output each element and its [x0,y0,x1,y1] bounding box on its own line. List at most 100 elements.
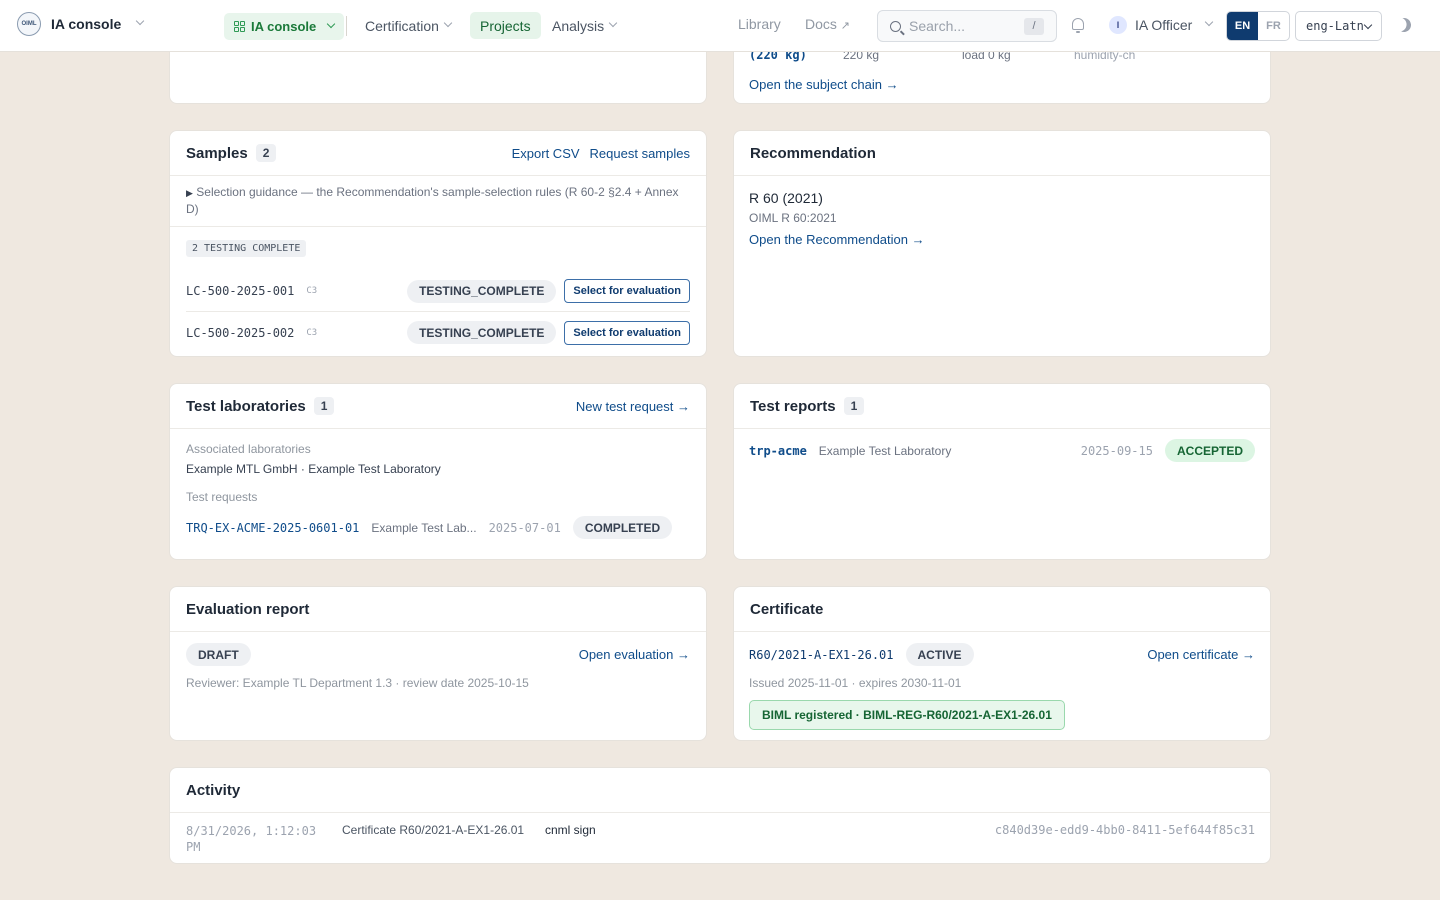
brand-name: IA console [51,16,122,32]
disclosure-triangle-icon: ▶ [186,188,193,198]
status-badge: ACTIVE [905,643,974,666]
script-select[interactable]: eng-Latn [1295,11,1382,41]
activity-subject: Certificate R60/2021-A-EX1-26.01 [342,823,525,837]
select-for-evaluation-button[interactable]: Select for evaluation [564,320,690,345]
sample-id: LC-500-2025-001 [186,284,295,298]
test-request-lab: Example Test Lab... [371,520,477,535]
status-badge: TESTING_COMPLETE [407,279,557,303]
certificate-title: Certificate [750,600,824,618]
activity-title: Activity [186,781,241,799]
selection-guidance[interactable]: ▶ Selection guidance — the Recommendatio… [170,176,706,227]
labs-title: Test laboratories [186,397,306,415]
nav-divider [346,16,347,36]
recommendation-name: R 60 (2021) [749,190,823,206]
recommendation-ref: OIML R 60:2021 [749,211,837,225]
reports-title: Test reports [750,397,836,415]
activity-header: Activity [170,768,1270,813]
reports-header: Test reports 1 [734,384,1270,429]
top-navigation-bar: OIML IA console IA console Certification… [0,0,1440,52]
labs-count: 1 [313,397,335,415]
docs-link[interactable]: Docs ↗ [805,16,850,32]
nav-label: Certification [365,17,439,34]
certificate-card: Certificate R60/2021-A-EX1-26.01 ACTIVE … [733,586,1271,741]
certificate-header: Certificate [734,587,1270,632]
nav-projects[interactable]: Projects [470,12,541,39]
status-badge: DRAFT [186,643,251,666]
certificate-id: R60/2021-A-EX1-26.01 [749,647,894,662]
chevron-down-icon [1363,20,1373,30]
docs-label: Docs [805,16,837,32]
open-certificate-link[interactable]: Open certificate → [1147,647,1255,662]
nav-analysis[interactable]: Analysis [542,12,626,39]
search-input[interactable]: Search... / [877,10,1057,42]
lang-en-button[interactable]: EN [1227,12,1258,40]
associated-labs-value: Example MTL GmbH · Example Test Laborato… [186,462,441,476]
labs-header: Test laboratories 1 New test request → [170,384,706,429]
status-badge: ACCEPTED [1164,439,1255,462]
dark-mode-moon-icon[interactable] [1395,16,1413,34]
table-row: LC-500-2025-001 C3 TESTING_COMPLETE Sele… [186,271,690,312]
activity-time: 8/31/2026, 1:12:03 PM [186,824,317,854]
chevron-down-icon [327,19,336,28]
samples-count: 2 [255,144,277,162]
certificate-meta: Issued 2025-11-01 · expires 2030-11-01 [749,676,962,690]
chevron-down-icon [608,18,618,27]
chevron-down-icon [1205,17,1214,27]
test-report-date: 2025-09-15 [1080,443,1153,458]
evaluation-title: Evaluation report [186,600,310,618]
search-icon [890,20,901,32]
sample-class: C3 [306,327,318,338]
group-label: 2 TESTING COMPLETE [186,240,307,257]
test-request-date: 2025-07-01 [488,520,561,535]
library-link[interactable]: Library [738,16,781,32]
grid-icon [234,21,245,32]
notifications-bell-icon[interactable] [1072,18,1084,33]
reports-count: 1 [843,397,865,415]
brand[interactable]: OIML IA console [17,12,145,36]
export-csv-link[interactable]: Export CSV [512,146,580,161]
select-for-evaluation-button[interactable]: Select for evaluation [564,279,690,303]
samples-card: Samples 2 Export CSV Request samples ▶ S… [169,130,707,357]
test-report-lab: Example Test Laboratory [818,443,952,458]
new-test-request-link[interactable]: New test request → [576,399,690,414]
activity-card: Activity 8/31/2026, 1:12:03 PM Certifica… [169,767,1271,864]
lang-fr-button[interactable]: FR [1258,12,1289,40]
user-menu[interactable]: I IA Officer [1109,16,1214,34]
recommendation-card: Recommendation R 60 (2021) OIML R 60:202… [733,130,1271,357]
external-link-icon: ↗ [840,20,851,32]
chevron-down-icon [443,18,453,27]
open-evaluation-link[interactable]: Open evaluation → [579,647,690,662]
test-request-id-link[interactable]: TRQ-EX-ACME-2025-0601-01 [186,521,359,535]
activity-hash: c840d39e-edd9-4bb0-8411-5ef644f85c31 [994,823,1255,837]
recommendation-header: Recommendation [734,131,1270,176]
test-report-id-link[interactable]: trp-acme [749,444,807,458]
search-shortcut: / [1024,18,1044,35]
guidance-text: Selection guidance — the Recommendation'… [186,185,679,216]
evaluation-meta: Reviewer: Example TL Department 1.3 · re… [186,676,529,690]
biml-registered-badge: BIML registered · BIML-REG-R60/2021-A-EX… [749,700,1065,730]
evaluation-header: Evaluation report [170,587,706,632]
open-recommendation-link[interactable]: Open the Recommendation → [749,232,1255,247]
avatar: I [1109,16,1127,34]
context-switcher[interactable]: IA console [224,13,345,40]
associated-labs-label: Associated laboratories [186,442,311,456]
oiml-logo: OIML [17,12,41,36]
test-reports-card: Test reports 1 trp-acme Example Test Lab… [733,383,1271,560]
samples-title: Samples [186,144,248,162]
status-badge: COMPLETED [572,516,673,539]
list-item: trp-acme Example Test Laboratory 2025-09… [749,439,1255,462]
search-placeholder: Search... [909,18,966,34]
nav-certification[interactable]: Certification [355,12,461,39]
recommendation-title: Recommendation [750,144,876,162]
context-label: IA console [251,19,317,34]
open-subject-chain-link[interactable]: Open the subject chain → [749,77,899,92]
evaluation-report-card: Evaluation report DRAFT Open evaluation … [169,586,707,741]
samples-header: Samples 2 Export CSV Request samples [170,131,706,176]
table-row: LC-500-2025-002 C3 TESTING_COMPLETE Sele… [186,312,690,353]
nav-label: Projects [480,17,531,34]
status-badge: TESTING_COMPLETE [407,321,557,344]
test-requests-label: Test requests [186,490,258,504]
request-samples-link[interactable]: Request samples [590,146,690,161]
sample-id: LC-500-2025-002 [186,325,295,340]
chevron-down-icon [136,16,145,26]
